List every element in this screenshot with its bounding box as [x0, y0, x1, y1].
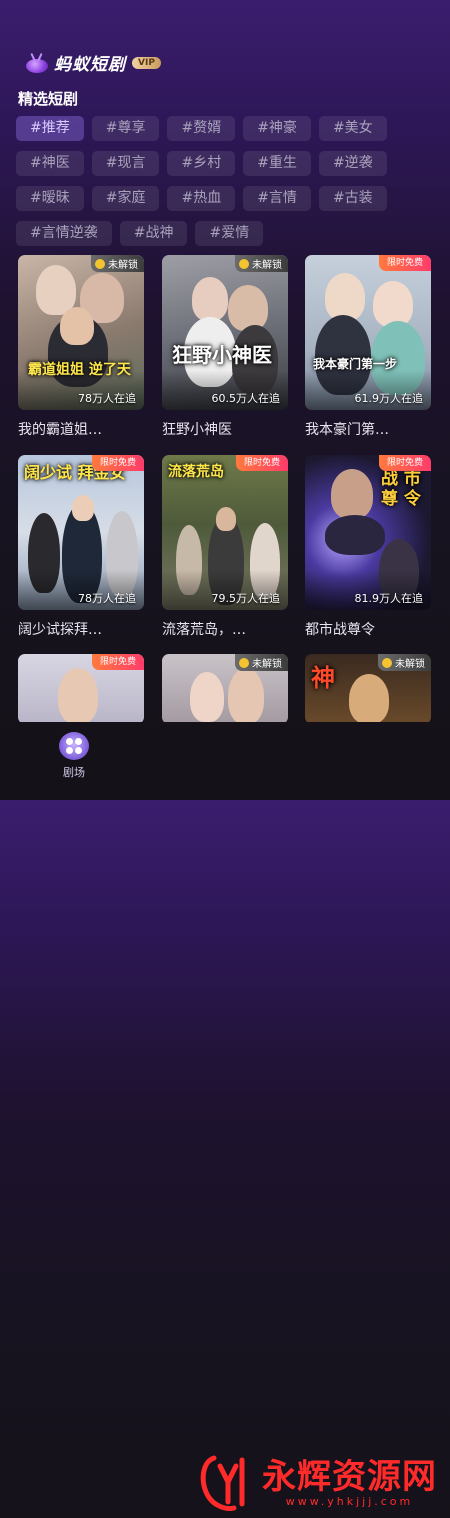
drama-poster: 神 未解锁 [305, 654, 431, 724]
watermark: 永辉资源网 www.yhkjjj.com [200, 1452, 437, 1514]
watch-count: 79.5万人在追 [211, 592, 281, 605]
watermark-text: 永辉资源网 [262, 1456, 437, 1497]
tag-son-in-law[interactable]: #赘婿 [167, 116, 236, 141]
watch-count: 78万人在追 [78, 392, 136, 405]
tag-modern-romance[interactable]: #现言 [91, 151, 160, 176]
tag-family[interactable]: #家庭 [91, 186, 160, 211]
drama-title: 我的霸道姐… [18, 422, 102, 438]
tag-passion[interactable]: #热血 [167, 186, 236, 211]
drama-card[interactable]: 战 市 尊 令 限时免费 81.9万人在追 都市战尊令 [305, 455, 431, 639]
watch-count: 61.9万人在追 [354, 392, 424, 405]
poster-title-art: 我本豪门第一步 [313, 357, 398, 371]
tag-tycoon[interactable]: #神豪 [243, 116, 311, 141]
drama-poster: 狂野小神医 未解锁 60.5万人在追 [162, 255, 288, 410]
watch-count: 60.5万人在追 [211, 392, 281, 405]
lock-icon [239, 258, 249, 269]
tag-recommend[interactable]: #推荐 [16, 116, 84, 141]
poster-title-art: 狂野小神医 [172, 343, 272, 367]
drama-title: 狂野小神医 [162, 422, 232, 438]
section-title: 精选短剧 [18, 90, 79, 108]
tag-exclusive[interactable]: #尊享 [91, 116, 160, 141]
drama-card[interactable]: 霸道姐姐 逆了天 未解锁 78万人在追 我的霸道姐… [18, 255, 144, 439]
free-badge: 限时免费 [378, 455, 431, 471]
lock-icon [239, 657, 249, 668]
drama-card[interactable]: 未解锁 [162, 654, 288, 724]
lock-icon [382, 657, 392, 668]
app-header: 蚂蚁短剧 VIP [24, 50, 161, 75]
drama-poster: 流落荒岛 限时免费 79.5万人在追 [162, 455, 288, 610]
drama-card[interactable]: 我本豪门第一步 限时免费 61.9万人在追 我本豪门第… [305, 255, 431, 439]
lock-icon [95, 258, 105, 269]
vip-badge[interactable]: VIP [132, 56, 161, 69]
free-badge: 限时免费 [378, 255, 431, 271]
status-bar [0, 0, 450, 40]
locked-badge: 未解锁 [91, 255, 144, 272]
tag-love-story[interactable]: #言情 [243, 186, 311, 211]
tag-doctor[interactable]: #神医 [16, 151, 84, 176]
drama-title: 都市战尊令 [305, 622, 375, 638]
watermark-logo-icon [200, 1452, 256, 1514]
tag-comeback[interactable]: #逆袭 [318, 151, 387, 176]
tag-beauty[interactable]: #美女 [318, 116, 387, 141]
tag-rebirth[interactable]: #重生 [243, 151, 311, 176]
drama-card[interactable]: 限时免费 [18, 654, 144, 724]
tag-village[interactable]: #乡村 [167, 151, 236, 176]
drama-poster: 阔少试 拜金女 限时免费 78万人在追 [18, 455, 144, 610]
drama-title: 我本豪门第… [305, 422, 389, 438]
tag-costume[interactable]: #古装 [318, 186, 387, 211]
tag-romance-comeback[interactable]: #言情逆袭 [16, 221, 112, 246]
drama-poster: 限时免费 [18, 654, 144, 724]
drama-poster: 未解锁 [162, 654, 288, 724]
tag-war-god[interactable]: #战神 [119, 221, 188, 246]
app-title: 蚂蚁短剧 [54, 55, 126, 74]
drama-card[interactable]: 狂野小神医 未解锁 60.5万人在追 狂野小神医 [162, 255, 288, 439]
drama-poster: 霸道姐姐 逆了天 未解锁 78万人在追 [18, 255, 144, 410]
free-badge: 限时免费 [91, 654, 144, 670]
tab-theater[interactable]: 剧场 [52, 732, 96, 780]
tag-filter-group: #推荐 #尊享 #赘婿 #神豪 #美女 #神医 #现言 #乡村 #重生 #逆袭 … [16, 116, 446, 256]
drama-card[interactable]: 流落荒岛 限时免费 79.5万人在追 流落荒岛，… [162, 455, 288, 639]
ant-logo-icon [24, 53, 50, 73]
poster-title-art: 霸道姐姐 逆了天 [28, 362, 131, 378]
locked-badge: 未解锁 [378, 654, 431, 671]
watermark-url: www.yhkjjj.com [285, 1494, 414, 1508]
free-badge: 限时免费 [235, 455, 288, 471]
tag-love[interactable]: #爱情 [195, 221, 264, 246]
drama-card[interactable]: 阔少试 拜金女 限时免费 78万人在追 阔少试探拜… [18, 455, 144, 639]
watch-count: 78万人在追 [78, 592, 136, 605]
drama-card[interactable]: 神 未解锁 [305, 654, 431, 724]
tab-theater-label: 剧场 [63, 766, 85, 779]
drama-poster: 战 市 尊 令 限时免费 81.9万人在追 [305, 455, 431, 610]
drama-title: 阔少试探拜… [18, 622, 102, 638]
poster-title-art: 神 [311, 663, 335, 692]
film-reel-icon [59, 732, 89, 760]
tag-ambiguous[interactable]: #暧昧 [16, 186, 84, 211]
drama-title: 流落荒岛，… [162, 622, 246, 638]
locked-badge: 未解锁 [235, 255, 288, 272]
free-badge: 限时免费 [91, 455, 144, 471]
drama-poster: 我本豪门第一步 限时免费 61.9万人在追 [305, 255, 431, 410]
bottom-tab-bar: 剧场 永辉资源网 www.yhkjjj.com [0, 722, 450, 1511]
locked-badge: 未解锁 [235, 654, 288, 671]
watch-count: 81.9万人在追 [354, 592, 424, 605]
poster-title-art: 战 市 尊 令 [381, 469, 421, 509]
